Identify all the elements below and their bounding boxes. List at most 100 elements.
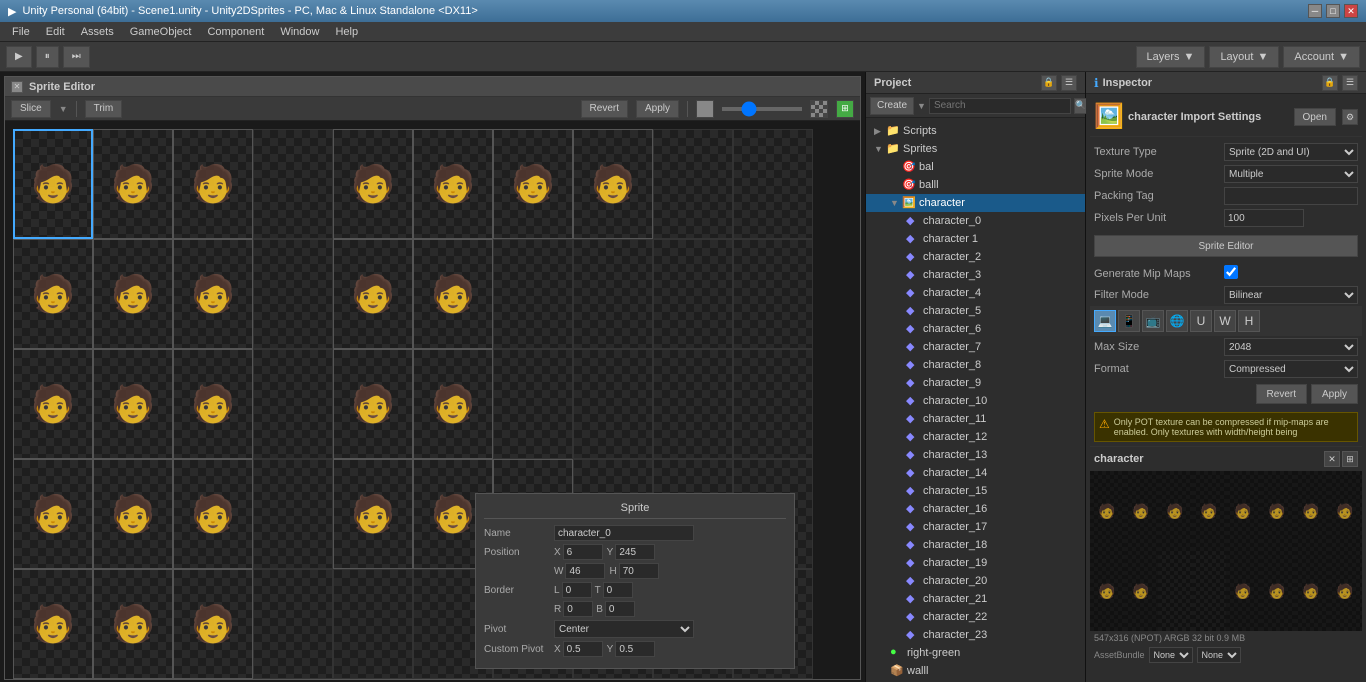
sprite-cell-4-4[interactable] bbox=[333, 569, 413, 679]
minimize-button[interactable]: ─ bbox=[1308, 4, 1322, 18]
slice-button[interactable]: Slice bbox=[11, 100, 51, 118]
sprite-cell-1-8[interactable] bbox=[653, 239, 733, 349]
tree-item-character-5[interactable]: ◆ character_5 bbox=[866, 302, 1085, 320]
grid-button[interactable]: ⊞ bbox=[836, 100, 854, 118]
platform-html5-icon[interactable]: H bbox=[1238, 310, 1260, 332]
panel-menu-icon[interactable]: ☰ bbox=[1061, 75, 1077, 91]
assetbundle-select-1[interactable]: None bbox=[1149, 647, 1193, 663]
sprite-cell-2-4[interactable]: 🧑 bbox=[333, 349, 413, 459]
sprite-cell-4-3[interactable] bbox=[253, 569, 333, 679]
packing-tag-input[interactable] bbox=[1224, 187, 1358, 205]
create-button[interactable]: Create bbox=[870, 97, 914, 115]
menu-edit[interactable]: Edit bbox=[38, 24, 73, 40]
sprite-cell-3-3[interactable] bbox=[253, 459, 333, 569]
max-size-dropdown[interactable]: 2048 1024 4096 bbox=[1224, 338, 1358, 356]
sprite-cell-1-7[interactable] bbox=[573, 239, 653, 349]
pos-x-input[interactable] bbox=[563, 544, 603, 560]
gen-mip-maps-checkbox[interactable] bbox=[1224, 265, 1238, 279]
sprite-cell-2-9[interactable] bbox=[733, 349, 813, 459]
pause-button[interactable]: ⏸ bbox=[36, 46, 59, 68]
trim-button[interactable]: Trim bbox=[85, 100, 123, 118]
tree-item-character[interactable]: ▼ 🖼️ character bbox=[866, 194, 1085, 212]
sprite-cell-1-1[interactable]: 🧑 bbox=[93, 239, 173, 349]
sprite-editor-close-button[interactable]: ✕ bbox=[11, 81, 23, 93]
sprite-cell-0-2[interactable]: 🧑 bbox=[173, 129, 253, 239]
tree-item-character-11[interactable]: ◆ character_11 bbox=[866, 410, 1085, 428]
sprite-cell-2-3[interactable] bbox=[253, 349, 333, 459]
sprite-cell-0-6[interactable]: 🧑 bbox=[493, 129, 573, 239]
account-dropdown[interactable]: Account ▼ bbox=[1283, 46, 1360, 68]
tree-item-right-green[interactable]: ● right-green bbox=[866, 644, 1085, 662]
menu-help[interactable]: Help bbox=[327, 24, 366, 40]
sprite-cell-3-1[interactable]: 🧑 bbox=[93, 459, 173, 569]
tree-item-scripts[interactable]: ▶ 📁 Scripts bbox=[866, 122, 1085, 140]
tree-item-character-7[interactable]: ◆ character_7 bbox=[866, 338, 1085, 356]
maximize-button[interactable]: □ bbox=[1326, 4, 1340, 18]
sprite-cell-4-0[interactable]: 🧑 bbox=[13, 569, 93, 679]
sprite-cell-1-3[interactable] bbox=[253, 239, 333, 349]
platform-unity-icon[interactable]: U bbox=[1190, 310, 1212, 332]
layout-dropdown[interactable]: Layout ▼ bbox=[1209, 46, 1279, 68]
step-button[interactable]: ⏭ bbox=[63, 46, 90, 68]
border-t-input[interactable] bbox=[603, 582, 633, 598]
sprite-cell-2-0[interactable]: 🧑 bbox=[13, 349, 93, 459]
border-r-input[interactable] bbox=[563, 601, 593, 617]
format-dropdown[interactable]: Compressed RGBA 32 bit ARGB 32 bit bbox=[1224, 360, 1358, 378]
sprite-cell-3-4[interactable]: 🧑 bbox=[333, 459, 413, 569]
tree-item-character-20[interactable]: ◆ character_20 bbox=[866, 572, 1085, 590]
tree-item-character-22[interactable]: ◆ character_22 bbox=[866, 608, 1085, 626]
sprite-cell-1-9[interactable] bbox=[733, 239, 813, 349]
platform-pc-icon[interactable]: 💻 bbox=[1094, 310, 1116, 332]
texture-type-dropdown[interactable]: Sprite (2D and UI) Default bbox=[1224, 143, 1358, 161]
preview-close-icon[interactable]: ✕ bbox=[1324, 451, 1340, 467]
zoom-slider[interactable] bbox=[722, 107, 802, 111]
sprite-cell-1-5[interactable]: 🧑 bbox=[413, 239, 493, 349]
border-b-input[interactable] bbox=[605, 601, 635, 617]
menu-window[interactable]: Window bbox=[272, 24, 327, 40]
cp-x-input[interactable] bbox=[563, 641, 603, 657]
sprite-cell-3-0[interactable]: 🧑 bbox=[13, 459, 93, 569]
inspector-lock-icon[interactable]: 🔒 bbox=[1322, 75, 1338, 91]
sprite-cell-1-4[interactable]: 🧑 bbox=[333, 239, 413, 349]
tree-item-character-2[interactable]: ◆ character_2 bbox=[866, 248, 1085, 266]
sprite-cell-2-1[interactable]: 🧑 bbox=[93, 349, 173, 459]
preview-expand-icon[interactable]: ⊞ bbox=[1342, 451, 1358, 467]
tree-item-balll[interactable]: 🎯 balll bbox=[866, 176, 1085, 194]
sprite-cell-0-9[interactable] bbox=[733, 129, 813, 239]
revert-button[interactable]: Revert bbox=[581, 100, 628, 118]
alpha-button[interactable] bbox=[810, 100, 828, 118]
sprite-cell-1-2[interactable]: 🧑 bbox=[173, 239, 253, 349]
sprite-cell-0-8[interactable] bbox=[653, 129, 733, 239]
sprite-cell-0-4[interactable]: 🧑 bbox=[333, 129, 413, 239]
platform-windows-icon[interactable]: W bbox=[1214, 310, 1236, 332]
tree-item-character-0[interactable]: ◆ character_0 bbox=[866, 212, 1085, 230]
name-input[interactable] bbox=[554, 525, 694, 541]
search-input[interactable] bbox=[929, 98, 1071, 114]
filter-mode-dropdown[interactable]: Bilinear Point Trilinear bbox=[1224, 286, 1358, 304]
assetbundle-select-2[interactable]: None bbox=[1197, 647, 1241, 663]
pivot-dropdown[interactable]: CenterTopLeftTopRight bbox=[554, 620, 694, 638]
tree-item-character-18[interactable]: ◆ character_18 bbox=[866, 536, 1085, 554]
sprite-cell-2-7[interactable] bbox=[573, 349, 653, 459]
sprite-editor-button[interactable]: Sprite Editor bbox=[1094, 235, 1358, 257]
sprite-cell-0-5[interactable]: 🧑 bbox=[413, 129, 493, 239]
sprite-cell-4-1[interactable]: 🧑 bbox=[93, 569, 173, 679]
pixels-per-unit-input[interactable] bbox=[1224, 209, 1304, 227]
sprite-canvas[interactable]: 🧑 🧑 🧑 🧑 🧑 🧑 🧑 🧑 🧑 bbox=[5, 121, 860, 679]
sprite-cell-0-0[interactable]: 🧑 bbox=[13, 129, 93, 239]
tree-item-character-15[interactable]: ◆ character_15 bbox=[866, 482, 1085, 500]
sprite-cell-2-2[interactable]: 🧑 bbox=[173, 349, 253, 459]
sprite-cell-3-2[interactable]: 🧑 bbox=[173, 459, 253, 569]
tree-item-character-13[interactable]: ◆ character_13 bbox=[866, 446, 1085, 464]
sprite-mode-dropdown[interactable]: Multiple Single bbox=[1224, 165, 1358, 183]
sprite-cell-2-6[interactable] bbox=[493, 349, 573, 459]
tree-item-character-17[interactable]: ◆ character_17 bbox=[866, 518, 1085, 536]
apply-button[interactable]: Apply bbox=[636, 100, 679, 118]
sprite-cell-2-8[interactable] bbox=[653, 349, 733, 459]
tree-item-character-3[interactable]: ◆ character_3 bbox=[866, 266, 1085, 284]
inspector-menu-icon[interactable]: ☰ bbox=[1342, 75, 1358, 91]
tree-item-character-1[interactable]: ◆ character 1 bbox=[866, 230, 1085, 248]
tree-item-character-10[interactable]: ◆ character_10 bbox=[866, 392, 1085, 410]
tree-item-character-8[interactable]: ◆ character_8 bbox=[866, 356, 1085, 374]
layers-dropdown[interactable]: Layers ▼ bbox=[1136, 46, 1206, 68]
